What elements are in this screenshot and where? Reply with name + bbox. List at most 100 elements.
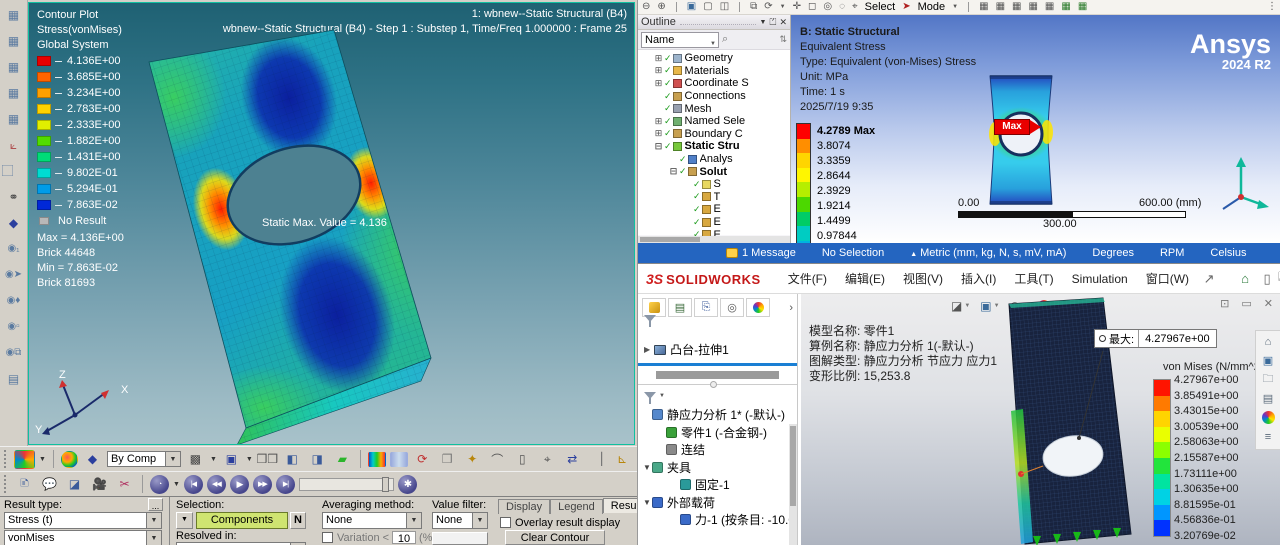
pan-icon[interactable]: ✛ [793, 2, 801, 12]
eye-groups-icon[interactable]: ◉⧉ [4, 344, 24, 361]
mode-dropdown-arrow-icon[interactable]: ▼ [952, 4, 958, 10]
clear-contour-button[interactable]: Clear Contour [505, 530, 605, 545]
max-marker[interactable]: Max [994, 119, 1041, 135]
model-cube-icon[interactable]: ◆ [82, 450, 103, 469]
menu-file[interactable]: 文件(F) [788, 270, 827, 287]
tracking-icon[interactable]: ⌖ [537, 450, 558, 469]
variation-input[interactable]: 10 [392, 531, 416, 545]
zoom-out-icon[interactable]: ⊖ [642, 2, 650, 12]
home-icon[interactable]: ⌂ [1234, 271, 1256, 286]
animation-settings-button[interactable]: ✱ [397, 474, 417, 494]
contour-bands-icon[interactable] [367, 451, 386, 467]
outline-item-static-structural[interactable]: ⊟Static Stru [644, 140, 790, 153]
toolbar-handle[interactable] [4, 450, 8, 468]
outline-item-named-selections[interactable]: ⊞Named Sele [644, 115, 790, 128]
notes-page-icon[interactable]: ▯ [512, 450, 533, 469]
configurationmanager-tab[interactable]: ⎘ [694, 298, 718, 317]
hyperview-viewport[interactable]: Contour Plot Stress(vonMises) Global Sys… [28, 2, 635, 445]
outline-item-geometry[interactable]: ⊞Geometry [644, 52, 790, 65]
tab-result[interactable]: Result [602, 498, 637, 513]
green-part-icon[interactable]: ▰ [332, 450, 353, 469]
tree-vertical-scrollbar[interactable] [789, 424, 797, 545]
section-cut-icon[interactable]: ◪ [64, 475, 85, 494]
file-explorer-icon[interactable]: 🗀 [1260, 372, 1277, 387]
rainbow-sphere-icon[interactable] [60, 450, 78, 468]
components-collector-button[interactable]: Components [196, 512, 288, 529]
outline-item-boundary-conditions[interactable]: ⊞Boundary C [644, 128, 790, 141]
custom-properties-icon[interactable]: ≡ [1260, 429, 1277, 444]
contour-dropdown-arrow-icon[interactable]: ▼ [39, 456, 46, 463]
close-icon[interactable]: ✕ [779, 17, 787, 28]
outline-item-result-3[interactable]: E [644, 216, 790, 229]
select-label[interactable]: Select [865, 1, 896, 13]
iso-surface-icon[interactable] [389, 451, 408, 467]
first-frame-button[interactable]: |◀ [183, 474, 203, 494]
messages-status[interactable]: 1 Message [726, 247, 796, 259]
table-icon-5[interactable]: ▦ [1045, 2, 1054, 12]
study-item-connections[interactable]: 连结 [642, 441, 797, 459]
animation-clock-button[interactable]: ◔ [150, 474, 169, 494]
shaded-cube-icon[interactable]: ▣ [221, 450, 242, 469]
splitter-drag-bar[interactable] [656, 371, 779, 379]
section-view-icon[interactable]: ◪ ▼ [951, 299, 970, 313]
wireframe-cube-icon[interactable]: ◫ [720, 2, 729, 12]
feature-tree-item[interactable]: ▶ 凸台-拉伸1 [638, 337, 797, 361]
outline-horizontal-scrollbar[interactable] [638, 236, 790, 243]
outline-item-materials[interactable]: ⊞Materials [644, 65, 790, 78]
exchange-arrows-icon[interactable]: ⇄ [562, 450, 583, 469]
menu-edit[interactable]: 编辑(E) [845, 270, 885, 287]
clock-dropdown-arrow-icon[interactable]: ▼ [173, 481, 180, 488]
study-item-fixtures[interactable]: ▼ 夹具 [642, 459, 797, 477]
eye-cursor-icon[interactable]: ◉➤ [4, 266, 24, 283]
tensor-icon[interactable]: ✦ [462, 450, 483, 469]
eye-parts-icon[interactable]: ◉♦ [4, 292, 24, 309]
home-tab-icon[interactable]: ⌂ [1260, 334, 1277, 349]
eye-entity-icon[interactable]: ◉₁ [4, 240, 24, 257]
menu-view[interactable]: 视图(V) [903, 270, 943, 287]
doc-minimize-icon[interactable]: ▭ [1241, 297, 1251, 310]
study-item-part[interactable]: 零件1 (-合金钢-) [642, 424, 797, 442]
table-icon-3[interactable]: ▦ [1012, 2, 1021, 12]
study-item-external-loads[interactable]: ▼ 外部载荷 [642, 494, 797, 512]
zoom-in-icon[interactable]: ⊕ [657, 2, 665, 12]
zoom-prev-icon[interactable]: ◌ [839, 2, 845, 12]
rotate-icon[interactable]: ⟳ [764, 2, 772, 12]
mirror-left-icon[interactable]: ◧ [282, 450, 303, 469]
units-menu[interactable]: Metric (mm, kg, N, s, mV, mA) [910, 247, 1066, 259]
toolbar-overflow-icon[interactable]: ⋮ [1267, 2, 1277, 12]
ruler-icon[interactable]: ▕ [587, 450, 608, 469]
study-item-fixed[interactable]: 固定-1 [642, 476, 797, 494]
variation-checkbox[interactable] [322, 532, 333, 543]
assembly-cubes-icon[interactable]: ❒❒ [257, 450, 279, 469]
expand-collapse-icon[interactable]: ⇅ [779, 34, 787, 45]
outline-item-connections[interactable]: Connections [644, 90, 790, 103]
appearances-scenes-icon[interactable] [1260, 410, 1277, 425]
speech-bubble-icon[interactable]: 💬 [39, 475, 60, 494]
mode-label[interactable]: Mode [918, 1, 946, 13]
fit-view-icon[interactable]: ⧉ [750, 2, 757, 12]
menu-tools[interactable]: 工具(T) [1014, 270, 1053, 287]
tab-display[interactable]: Display [498, 499, 551, 514]
cube-menu-icon[interactable]: ◆ [4, 214, 24, 231]
grid-table-icon[interactable]: ▦ [4, 84, 24, 101]
shaded-dropdown-arrow-icon[interactable]: ▼ [246, 456, 253, 463]
result-component-select[interactable]: vonMises [4, 530, 162, 545]
splitter-handle[interactable] [710, 381, 717, 388]
window-menu-icon[interactable]: ▼ [760, 19, 767, 26]
matrix-table-icon[interactable]: ▦ [4, 58, 24, 75]
tab-legend[interactable]: Legend [550, 499, 603, 514]
deformed-shape-icon[interactable]: ❒ [437, 450, 458, 469]
filter-funnel-icon[interactable] [644, 315, 656, 334]
doc-restore-icon[interactable]: ⊡ [1220, 297, 1229, 310]
new-document-icon[interactable]: ▯ [1256, 271, 1278, 287]
results-table-icon[interactable]: ▦ [4, 6, 24, 23]
table-icon-6[interactable]: ▦ [1061, 2, 1070, 12]
building-icon[interactable]: ▤ [4, 370, 24, 387]
animation-slider[interactable] [298, 476, 394, 492]
design-library-icon[interactable]: ▣ [1260, 353, 1277, 368]
spheres-icon[interactable]: ⚭ [4, 188, 24, 205]
isometric-cube-icon[interactable]: ▣ [687, 2, 696, 12]
overlay-checkbox[interactable] [500, 517, 511, 528]
more-results-button[interactable]: ... [148, 498, 163, 511]
rotate-dropdown-arrow-icon[interactable]: ▼ [780, 4, 786, 10]
